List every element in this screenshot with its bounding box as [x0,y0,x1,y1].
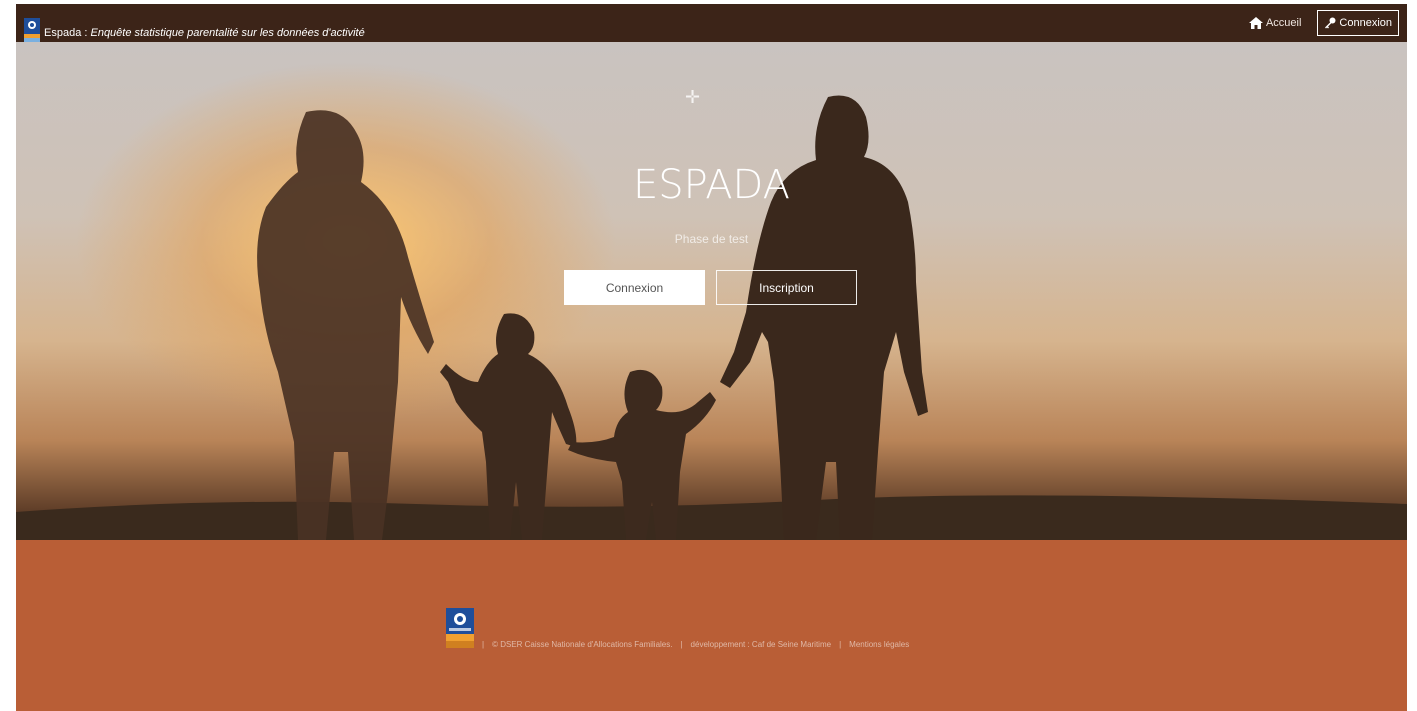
footer-separator: | [839,640,842,649]
nav-login-button[interactable]: Connexion [1317,10,1399,36]
footer-development-link[interactable]: développement : Caf de Seine Maritime [691,640,832,649]
nav-home-link[interactable]: Accueil [1248,17,1302,29]
sparkle-icon: ✛ [685,87,701,108]
hero-login-button[interactable]: Connexion [564,270,705,305]
footer-legal-link[interactable]: Mentions légales [849,640,909,649]
footer-links: | © DSER Caisse Nationale d'Allocations … [482,640,909,649]
caf-logo-icon[interactable] [446,608,474,648]
caf-logo-icon [24,18,40,42]
brand-name: Espada : [44,27,91,39]
key-icon [1325,17,1336,29]
hero-register-button[interactable]: Inscription [716,270,857,305]
brand-subtitle: Enquête statistique parentalité sur les … [90,27,365,39]
page-frame: Espada : Enquête statistique parentalité… [16,4,1407,711]
nav-right: Accueil Connexion [1248,10,1399,36]
footer-copyright: © DSER Caisse Nationale d'Allocations Fa… [492,640,673,649]
top-navbar: Espada : Enquête statistique parentalité… [16,4,1407,42]
brand-title: Espada : Enquête statistique parentalité… [44,26,365,42]
footer: | © DSER Caisse Nationale d'Allocations … [16,540,1407,711]
footer-separator: | [482,640,485,649]
home-icon [1248,17,1263,29]
hero-subtitle: Phase de test [674,232,749,246]
hero-title: ESPADA [632,162,791,208]
nav-login-label: Connexion [1339,17,1392,29]
nav-home-label: Accueil [1265,17,1302,29]
brand[interactable]: Espada : Enquête statistique parentalité… [24,4,365,42]
hero-content: ✛ ESPADA Phase de test Connexion Inscrip… [16,42,1407,540]
hero-banner: ✛ ESPADA Phase de test Connexion Inscrip… [16,42,1407,540]
footer-separator: | [680,640,683,649]
